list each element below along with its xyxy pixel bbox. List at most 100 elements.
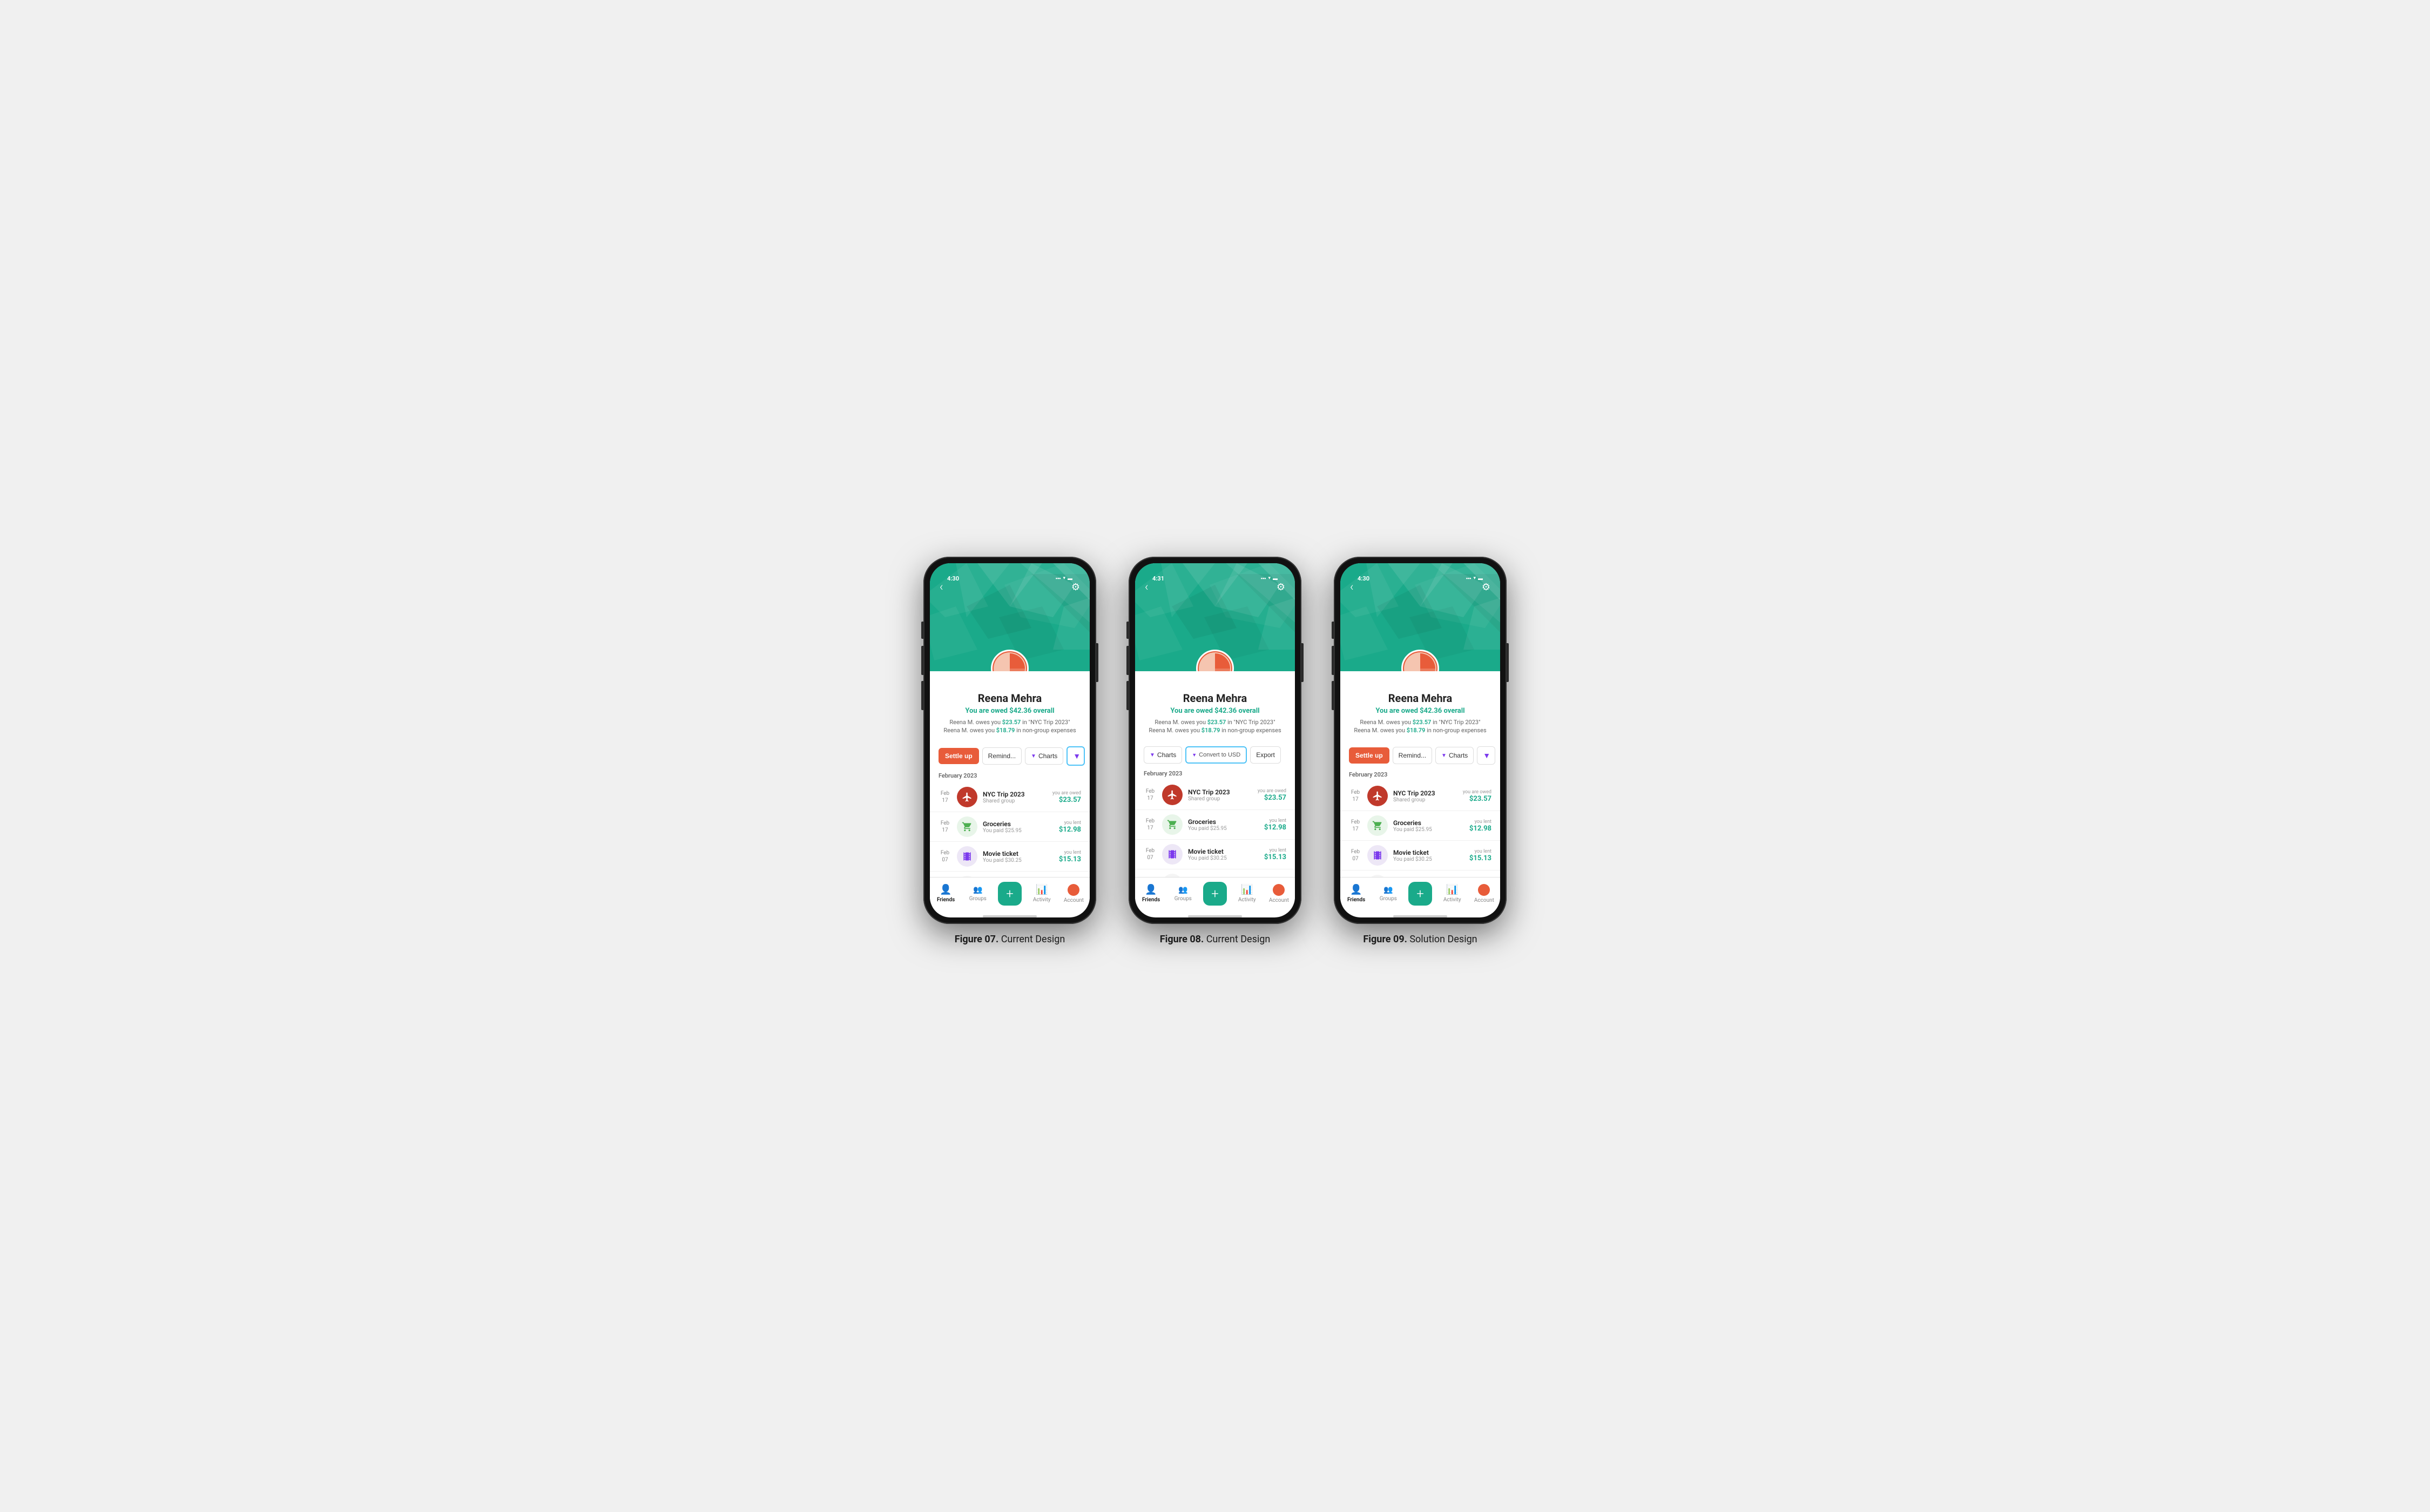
transaction-item[interactable]: Feb17 Groceries You paid $25.95 you lent… [1135, 810, 1295, 840]
status-time: 4:31 [1152, 575, 1164, 582]
tx-details: NYC Trip 2023 Shared group [983, 791, 1047, 804]
nav-activity[interactable]: 📊 Activity [1231, 884, 1263, 903]
tx-name: Groceries [1188, 818, 1259, 826]
charts-button[interactable]: ▼Charts [1435, 747, 1474, 764]
activity-label: Activity [1238, 897, 1256, 903]
add-button[interactable]: + [1408, 882, 1432, 906]
dropdown-button[interactable]: ▼ [1477, 746, 1495, 765]
tx-date: Feb17 [939, 790, 951, 804]
tx-amount: $15.13 [1059, 855, 1081, 863]
activity-icon: 📊 [1036, 884, 1048, 895]
tx-amount-area: you lent $12.98 [1059, 820, 1081, 834]
phone-content: Reena Mehra You are owed $42.36 overall … [930, 671, 1090, 917]
detail-text: Reena M. owes you $23.57 in "NYC Trip 20… [1146, 718, 1284, 735]
tx-details: Groceries You paid $25.95 [983, 820, 1054, 834]
nav-account[interactable]: Account [1468, 884, 1500, 903]
transaction-item[interactable]: Feb07 Chinese Resturant Reena M. paid $1… [1135, 869, 1295, 876]
nav-friends[interactable]: 👤 Friends [1135, 884, 1167, 903]
nav-activity[interactable]: 📊 Activity [1436, 884, 1468, 903]
nav-add[interactable]: + [994, 882, 1025, 906]
tx-amount: $23.57 [1463, 795, 1491, 803]
tx-name: Groceries [1393, 819, 1464, 827]
phone-screen: 4:31 ▪▪▪ ▾ ▬ [1135, 563, 1295, 917]
caption-text: Current Design [1204, 934, 1270, 945]
transaction-item[interactable]: Feb07 Chinese Resturant Reena M. paid $1… [930, 872, 1090, 876]
friends-label: Friends [1347, 897, 1365, 903]
wifi-icon: ▾ [1268, 576, 1271, 581]
nav-groups[interactable]: 👥 Groups [1167, 886, 1199, 902]
nav-account[interactable]: Account [1263, 884, 1295, 903]
tx-status: you are owed [1463, 789, 1491, 795]
tx-details: Groceries You paid $25.95 [1188, 818, 1259, 832]
bottom-nav: 👤 Friends 👥 Groups + 📊 [1135, 877, 1295, 913]
tx-name: NYC Trip 2023 [1188, 788, 1252, 796]
tx-date: Feb17 [1144, 818, 1157, 832]
nav-activity[interactable]: 📊 Activity [1026, 884, 1058, 903]
tx-name: NYC Trip 2023 [1393, 789, 1457, 797]
tx-status: you lent [1059, 850, 1081, 855]
tx-name: Movie ticket [1188, 848, 1259, 855]
tx-name: Groceries [983, 820, 1054, 828]
owed-text: You are owed $42.36 overall [1146, 707, 1284, 715]
user-name: Reena Mehra [1351, 692, 1489, 705]
tx-status: you are owed [1258, 788, 1286, 794]
tx-amount-area: you are owed $23.57 [1258, 788, 1286, 802]
tx-sub: You paid $30.25 [1188, 855, 1259, 861]
convert-usd-button[interactable]: ▼ Convert to USD [1185, 746, 1247, 764]
tx-details: Movie ticket You paid $30.25 [983, 850, 1054, 863]
tx-amount-area: you are owed $23.57 [1463, 789, 1491, 803]
add-button[interactable]: + [998, 882, 1022, 906]
transaction-list: Feb17 NYC Trip 2023 Shared group you are… [1340, 781, 1500, 876]
owed-text: You are owed $42.36 overall [1351, 707, 1489, 715]
activity-icon: 📊 [1241, 884, 1253, 895]
battery-icon: ▬ [1478, 576, 1483, 582]
tx-sub: You paid $30.25 [1393, 856, 1464, 862]
tx-amount: $15.13 [1469, 854, 1491, 862]
charts-button[interactable]: ▼Charts [1025, 747, 1063, 765]
transaction-item[interactable]: Feb17 NYC Trip 2023 Shared group you are… [1135, 780, 1295, 810]
nav-groups[interactable]: 👥 Groups [1372, 886, 1404, 902]
nav-account[interactable]: Account [1058, 884, 1090, 903]
friends-icon: 👤 [940, 884, 951, 895]
tx-details: NYC Trip 2023 Shared group [1393, 789, 1457, 803]
action-buttons: ▼Charts▼ Convert to USDExport [1135, 740, 1295, 768]
tx-date: Feb17 [939, 820, 951, 834]
transaction-item[interactable]: Feb17 Groceries You paid $25.95 you lent… [1340, 811, 1500, 841]
account-label: Account [1064, 897, 1084, 903]
account-avatar [1478, 884, 1490, 896]
account-avatar [1068, 884, 1079, 896]
remind-button[interactable]: Remind... [1393, 747, 1432, 764]
export-button[interactable]: Export [1250, 746, 1281, 764]
transaction-item[interactable]: Feb17 NYC Trip 2023 Shared group you are… [930, 782, 1090, 812]
transaction-item[interactable]: Feb07 Movie ticket You paid $30.25 you l… [930, 842, 1090, 872]
nav-groups[interactable]: 👥 Groups [962, 886, 994, 902]
settle-up-button[interactable]: Settle up [939, 748, 979, 764]
nav-add[interactable]: + [1199, 882, 1231, 906]
remind-button[interactable]: Remind... [982, 747, 1022, 765]
transaction-item[interactable]: Feb17 Groceries You paid $25.95 you lent… [930, 812, 1090, 842]
transaction-item[interactable]: Feb07 Movie ticket You paid $30.25 you l… [1135, 840, 1295, 869]
transaction-item[interactable]: Feb07 Chinese Resturant Reena M. paid $1… [1340, 870, 1500, 876]
power-button [1096, 643, 1098, 682]
phone-shell: 4:31 ▪▪▪ ▾ ▬ [1129, 557, 1301, 924]
detail-text: Reena M. owes you $23.57 in "NYC Trip 20… [941, 718, 1079, 735]
nav-add[interactable]: + [1404, 882, 1436, 906]
tx-details: NYC Trip 2023 Shared group [1188, 788, 1252, 802]
tx-sub: You paid $30.25 [983, 858, 1054, 863]
caption-bold: Figure 07. [955, 934, 999, 945]
activity-label: Activity [1033, 897, 1051, 903]
caption-bold: Figure 08. [1160, 934, 1204, 945]
add-button[interactable]: + [1203, 882, 1227, 906]
settle-up-button[interactable]: Settle up [1349, 747, 1389, 764]
nav-friends[interactable]: 👤 Friends [1340, 884, 1372, 903]
dropdown-button[interactable]: ▼ [1066, 746, 1085, 766]
tx-status: you lent [1264, 848, 1286, 853]
phone-content: Reena Mehra You are owed $42.36 overall … [1340, 671, 1500, 917]
transaction-item[interactable]: Feb17 NYC Trip 2023 Shared group you are… [1340, 781, 1500, 811]
tx-date: Feb17 [1349, 789, 1362, 803]
tx-amount-area: you lent $15.13 [1059, 850, 1081, 863]
section-label: February 2023 [1340, 769, 1500, 781]
charts-button[interactable]: ▼Charts [1144, 746, 1182, 764]
nav-friends[interactable]: 👤 Friends [930, 884, 962, 903]
transaction-item[interactable]: Feb07 Movie ticket You paid $30.25 you l… [1340, 841, 1500, 870]
